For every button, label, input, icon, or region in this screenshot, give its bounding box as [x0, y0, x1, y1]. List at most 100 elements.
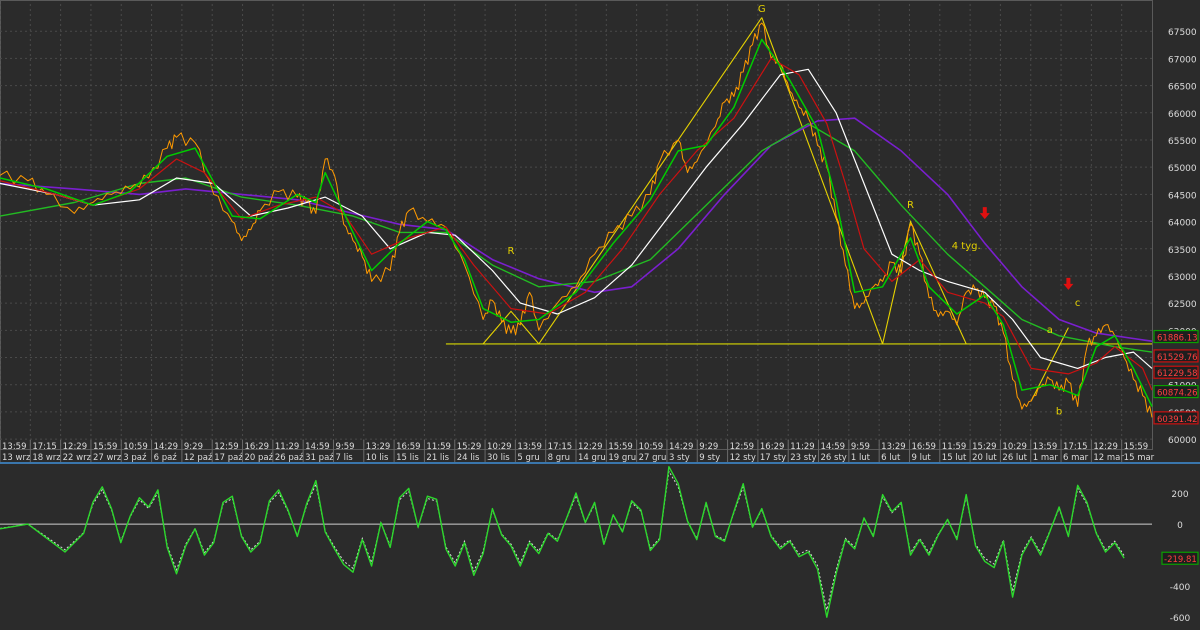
x-tick-date-label: 17 paź — [214, 453, 243, 463]
annotation-label: b — [1056, 407, 1062, 418]
x-tick-time-label: 14:29 — [669, 442, 694, 452]
annotation-label: G — [758, 4, 766, 15]
x-tick-date-label: 24 lis — [457, 453, 480, 463]
x-tick-date-label: 20 lut — [972, 453, 997, 463]
x-tick-time-label: 13:59 — [2, 442, 27, 452]
x-tick-time-label: 14:29 — [154, 442, 179, 452]
x-tick-time-label: 12:29 — [578, 442, 603, 452]
annotation-label: R — [507, 246, 514, 257]
osc-value-tag-label: -219.81 — [1164, 555, 1197, 565]
x-tick-date-label: 9 lut — [911, 453, 931, 463]
x-tick-time-label: 15:59 — [608, 442, 633, 452]
y-tick-label: 63500 — [1168, 246, 1197, 256]
x-tick-date-label: 7 lis — [335, 453, 353, 463]
y-tick-label: 67000 — [1168, 55, 1197, 65]
osc-y-tick-label: -400 — [1170, 583, 1191, 593]
x-tick-date-label: 15 lis — [396, 453, 419, 463]
x-tick-date-label: 27 wrz — [93, 453, 122, 463]
y-tick-label: 62500 — [1168, 300, 1197, 310]
y-tick-label: 67500 — [1168, 28, 1197, 38]
annotation-label: a — [1047, 325, 1053, 336]
x-tick-time-label: 11:29 — [790, 442, 815, 452]
osc-y-tick-label: 0 — [1177, 521, 1183, 531]
x-tick-time-label: 13:29 — [366, 442, 391, 452]
price-tag-label: 61886.13 — [1157, 334, 1198, 344]
x-tick-time-label: 13:59 — [517, 442, 542, 452]
x-tick-date-label: 27 gru — [639, 453, 667, 463]
price-tag-label: 61229.58 — [1157, 369, 1198, 379]
x-tick-date-label: 9 sty — [699, 453, 720, 463]
x-tick-date-label: 13 wrz — [2, 453, 31, 463]
y-tick-label: 65500 — [1168, 137, 1197, 147]
y-tick-label: 65000 — [1168, 164, 1197, 174]
x-tick-date-label: 15 mar — [1124, 453, 1155, 463]
x-tick-date-label: 26 paź — [275, 453, 304, 463]
x-tick-time-label: 15:29 — [457, 442, 482, 452]
x-tick-date-label: 3 paź — [123, 453, 147, 463]
x-tick-time-label: 11:59 — [942, 442, 967, 452]
x-tick-date-label: 6 mar — [1063, 453, 1089, 463]
x-tick-date-label: 20 paź — [245, 453, 274, 463]
y-tick-label: 66500 — [1168, 83, 1197, 93]
x-tick-date-label: 31 paź — [305, 453, 334, 463]
annotation-label: c — [1075, 298, 1081, 309]
y-tick-label: 66000 — [1168, 110, 1197, 120]
annotation-label: 4 tyg. — [952, 241, 981, 252]
x-tick-time-label: 15:59 — [93, 442, 118, 452]
x-tick-time-label: 17:15 — [1063, 442, 1088, 452]
x-tick-time-label: 10:29 — [1002, 442, 1027, 452]
x-tick-date-label: 19 gru — [608, 453, 636, 463]
x-tick-time-label: 16:59 — [911, 442, 936, 452]
x-tick-date-label: 1 mar — [1033, 453, 1059, 463]
x-tick-date-label: 8 gru — [548, 453, 570, 463]
x-tick-date-label: 30 lis — [487, 453, 510, 463]
y-tick-label: 64000 — [1168, 219, 1197, 229]
y-tick-label: 63000 — [1168, 273, 1197, 283]
x-tick-time-label: 16:29 — [760, 442, 785, 452]
x-tick-date-label: 26 lut — [1002, 453, 1027, 463]
annotation-label: R — [907, 200, 914, 211]
price-tag-label: 60874.26 — [1157, 389, 1198, 399]
x-tick-time-label: 14:59 — [821, 442, 846, 452]
x-tick-date-label: 18 wrz — [32, 453, 61, 463]
price-tag-label: 61529.76 — [1157, 353, 1198, 363]
x-tick-date-label: 17 sty — [760, 453, 786, 463]
x-tick-date-label: 26 sty — [821, 453, 847, 463]
x-tick-time-label: 12:59 — [730, 442, 755, 452]
x-tick-date-label: 6 paź — [154, 453, 178, 463]
x-tick-time-label: 9:29 — [699, 442, 718, 452]
x-tick-time-label: 16:59 — [396, 442, 421, 452]
x-tick-time-label: 9:29 — [184, 442, 203, 452]
y-tick-label: 60000 — [1168, 436, 1197, 446]
x-tick-time-label: 17:15 — [548, 442, 573, 452]
x-tick-date-label: 21 lis — [426, 453, 449, 463]
x-tick-time-label: 17:15 — [32, 442, 57, 452]
chart-background — [0, 0, 1200, 630]
osc-y-tick-label: 200 — [1171, 490, 1188, 500]
x-tick-time-label: 12:29 — [1093, 442, 1118, 452]
x-tick-time-label: 10:59 — [123, 442, 147, 452]
x-tick-time-label: 11:59 — [426, 442, 451, 452]
x-tick-time-label: 14:59 — [305, 442, 330, 452]
x-tick-date-label: 3 sty — [669, 453, 690, 463]
x-tick-time-label: 11:29 — [275, 442, 300, 452]
x-tick-time-label: 15:29 — [972, 442, 997, 452]
x-tick-time-label: 13:29 — [881, 442, 906, 452]
y-tick-label: 64500 — [1168, 191, 1197, 201]
x-tick-date-label: 12 mar — [1093, 453, 1124, 463]
x-tick-date-label: 12 sty — [730, 453, 756, 463]
x-tick-date-label: 1 lut — [851, 453, 871, 463]
trading-chart: 6000060500610006150062000625006300063500… — [0, 0, 1200, 630]
x-tick-date-label: 6 lut — [881, 453, 901, 463]
x-tick-date-label: 14 gru — [578, 453, 606, 463]
x-tick-date-label: 12 paź — [184, 453, 213, 463]
x-tick-date-label: 23 sty — [790, 453, 816, 463]
x-tick-time-label: 9:59 — [851, 442, 870, 452]
osc-y-tick-label: -600 — [1170, 614, 1191, 624]
x-tick-date-label: 10 lis — [366, 453, 389, 463]
x-tick-time-label: 16:29 — [245, 442, 269, 452]
x-tick-date-label: 15 lut — [942, 453, 967, 463]
x-tick-time-label: 13:59 — [1033, 442, 1058, 452]
x-tick-time-label: 9:59 — [335, 442, 354, 452]
price-tag-label: 60391.42 — [1157, 415, 1198, 425]
